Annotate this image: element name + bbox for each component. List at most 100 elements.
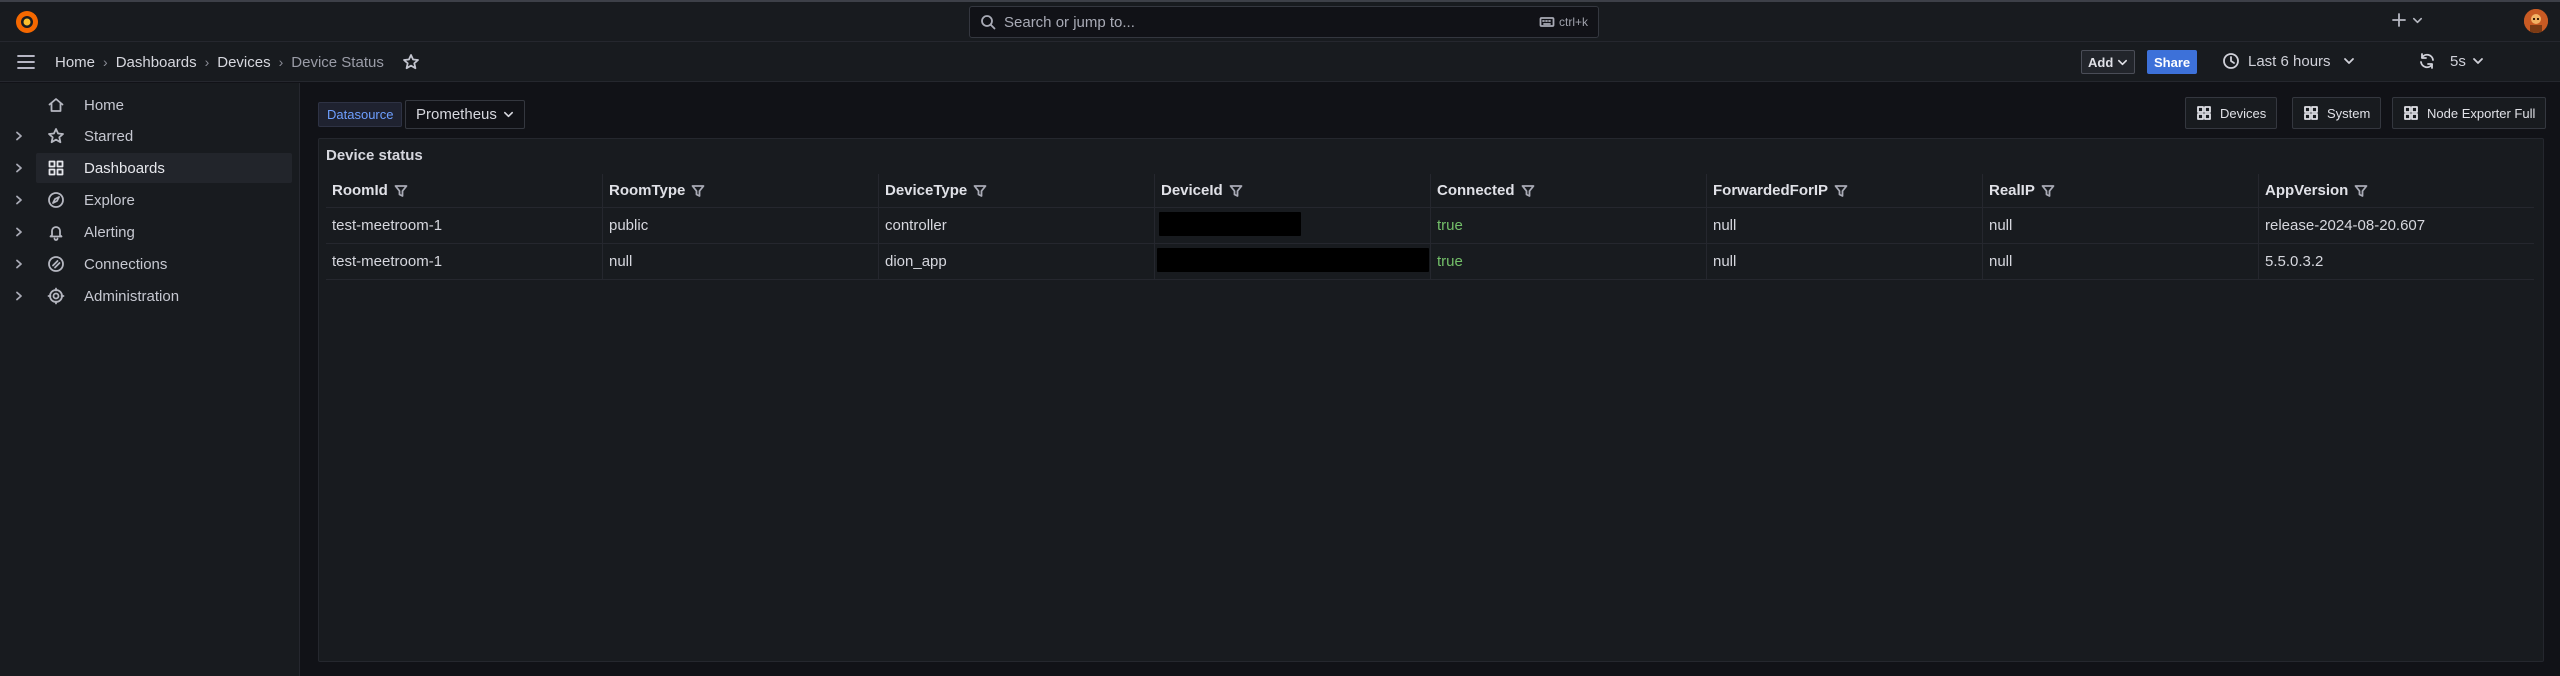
dashboard-link-label: System — [2327, 105, 2371, 121]
column-header-realip[interactable]: RealIP — [1982, 174, 2258, 207]
column-header-label: ForwardedForIP — [1713, 182, 1829, 199]
menu-toggle-button[interactable] — [16, 53, 36, 71]
column-header-label: AppVersion — [2265, 182, 2349, 199]
sidebar-item-starred[interactable]: Starred — [0, 121, 292, 151]
refresh-picker[interactable]: 5s — [2418, 52, 2484, 70]
column-header-deviceid[interactable]: DeviceId — [1154, 174, 1430, 207]
user-avatar[interactable] — [2524, 9, 2548, 33]
table-cell: test-meetroom-1 — [332, 217, 443, 234]
table-cell: null — [602, 244, 878, 279]
sidebar-item-alerting[interactable]: Alerting — [0, 217, 292, 247]
refresh-interval-label: 5s — [2450, 52, 2466, 70]
breadcrumb-current: Device Status — [291, 53, 384, 71]
breadcrumb-separator: › — [278, 54, 284, 70]
table-cell-deviceid — [1154, 208, 1430, 243]
chevron-down-icon — [503, 109, 514, 120]
home-icon — [47, 96, 65, 114]
dashboard-link-devices[interactable]: Devices — [2185, 97, 2278, 129]
apps-icon — [47, 159, 65, 177]
chevron-down-icon — [2343, 55, 2355, 67]
dashboard-link-label: Node Exporter Full — [2427, 105, 2536, 121]
star-icon[interactable] — [402, 53, 420, 71]
sidebar-item-connections[interactable]: Connections — [0, 249, 292, 279]
filter-icon[interactable] — [1521, 184, 1535, 198]
filter-icon[interactable] — [973, 184, 987, 198]
add-button[interactable]: Add — [2081, 50, 2136, 74]
table-row: test-meetroom-1 public controller true n… — [326, 208, 2534, 244]
breadcrumb-home[interactable]: Home — [55, 54, 95, 71]
sidebar-item-label: Home — [84, 96, 125, 114]
table-cell: dion_app — [878, 244, 1154, 279]
filter-icon[interactable] — [1229, 184, 1243, 198]
filter-icon[interactable] — [394, 184, 408, 198]
datasource-variable-label: Datasource — [318, 102, 403, 127]
star-icon — [47, 127, 65, 145]
table-cell-connected: true — [1430, 244, 1706, 279]
column-header-roomid[interactable]: RoomId — [326, 174, 602, 207]
search-icon — [980, 14, 996, 30]
device-status-panel: Device status RoomId RoomType DeviceType… — [318, 138, 2544, 662]
chevron-right-icon[interactable] — [14, 259, 24, 269]
sidebar-item-explore[interactable]: Explore — [0, 185, 292, 215]
new-menu-button[interactable] — [2390, 11, 2423, 29]
time-range-picker[interactable]: Last 6 hours — [2222, 52, 2355, 70]
column-header-roomtype[interactable]: RoomType — [602, 174, 878, 207]
table-cell: release-2024-08-20.607 — [2258, 208, 2534, 243]
chevron-right-icon[interactable] — [14, 227, 24, 237]
column-header-connected[interactable]: Connected — [1430, 174, 1706, 207]
panel-title[interactable]: Device status — [326, 147, 423, 164]
sidebar-item-label: Explore — [84, 191, 135, 209]
sidebar-item-label: Starred — [84, 127, 134, 145]
bell-icon — [47, 223, 65, 241]
dashboard-link-system[interactable]: System — [2292, 97, 2382, 129]
breadcrumb-separator: › — [103, 54, 108, 70]
column-header-appversion[interactable]: AppVersion — [2258, 174, 2534, 207]
datasource-variable-select[interactable]: Prometheus — [405, 100, 525, 129]
hamburger-icon — [16, 53, 36, 71]
top-edge — [0, 0, 2560, 2]
breadcrumb-separator: › — [204, 54, 210, 70]
table-cell: null — [1706, 208, 1982, 243]
chevron-right-icon[interactable] — [14, 163, 24, 173]
chevron-right-icon[interactable] — [14, 291, 24, 301]
search-placeholder: Search or jump to... — [1004, 13, 1135, 31]
chevron-right-icon[interactable] — [14, 195, 24, 205]
table-cell-connected: true — [1430, 208, 1706, 243]
grafana-logo-icon[interactable] — [14, 9, 40, 35]
chevron-down-icon — [2412, 15, 2423, 26]
filter-icon[interactable] — [691, 184, 705, 198]
breadcrumb-dashboards[interactable]: Dashboards — [116, 54, 197, 71]
column-header-devicetype[interactable]: DeviceType — [878, 174, 1154, 207]
table-cell: null — [1982, 208, 2258, 243]
filter-icon[interactable] — [2041, 184, 2055, 198]
chevron-right-icon[interactable] — [14, 131, 24, 141]
dashboard-toolbar: Home › Dashboards › Devices › Device Sta… — [0, 42, 2560, 82]
sidebar-item-administration[interactable]: Administration — [0, 281, 292, 311]
column-header-forwardedforip[interactable]: ForwardedForIP — [1706, 174, 1982, 207]
share-button[interactable]: Share — [2147, 50, 2198, 74]
clock-icon — [2222, 52, 2240, 70]
table-cell-deviceid — [1154, 244, 1430, 279]
column-header-label: DeviceId — [1161, 182, 1223, 199]
sidebar-item-label: Connections — [84, 255, 168, 273]
apps-icon — [2403, 105, 2419, 121]
device-status-table: RoomId RoomType DeviceType DeviceId Conn… — [326, 174, 2534, 280]
datasource-variable-value: Prometheus — [416, 106, 497, 123]
keyboard-icon — [1539, 14, 1555, 30]
dashboard-link-label: Devices — [2220, 105, 2267, 121]
link-icon — [47, 255, 65, 273]
sidebar-item-dashboards[interactable]: Dashboards — [36, 153, 292, 183]
breadcrumb: Home › Dashboards › Devices › Device Sta… — [55, 53, 420, 71]
table-cell: controller — [878, 208, 1154, 243]
filter-icon[interactable] — [2354, 184, 2368, 198]
plus-icon — [2390, 11, 2408, 29]
apps-icon — [2196, 105, 2212, 121]
dashboard-link-node-exporter[interactable]: Node Exporter Full — [2392, 97, 2547, 129]
filter-icon[interactable] — [1834, 184, 1848, 198]
search-bar[interactable]: Search or jump to... ctrl+k — [969, 6, 1599, 38]
sidebar-item-home[interactable]: Home — [0, 90, 292, 120]
breadcrumb-devices[interactable]: Devices — [217, 54, 270, 71]
chevron-down-icon — [2117, 57, 2128, 68]
table-cell: 5.5.0.3.2 — [2258, 244, 2534, 279]
column-header-label: RoomType — [609, 182, 686, 199]
